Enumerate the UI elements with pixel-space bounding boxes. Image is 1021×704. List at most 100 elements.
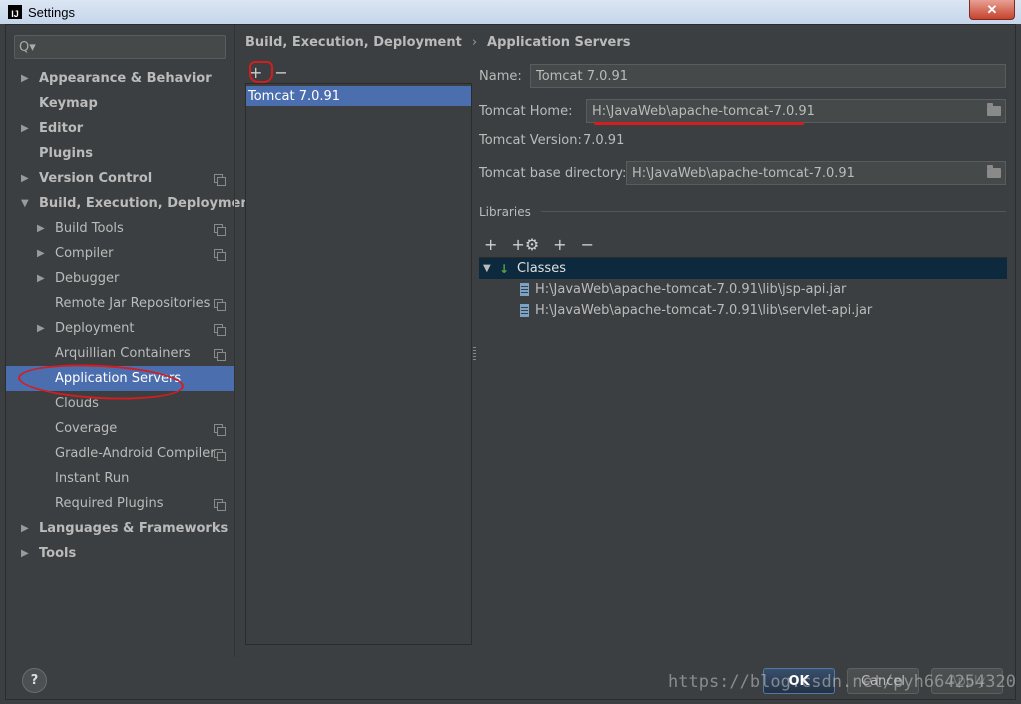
- collapsed-arrow-icon[interactable]: ▶: [21, 523, 31, 534]
- window-close-button[interactable]: ✕: [969, 0, 1015, 20]
- sidebar-item-keymap[interactable]: Keymap: [6, 91, 234, 116]
- help-button[interactable]: ?: [22, 668, 47, 693]
- sidebar-item-label: Instant Run: [55, 471, 130, 486]
- breadcrumb-parent[interactable]: Build, Execution, Deployment: [245, 35, 462, 50]
- tomcat-home-value: H:\JavaWeb\apache-tomcat-7.0.91: [592, 103, 815, 119]
- project-settings-icon: [214, 424, 226, 436]
- sidebar-item-arquillian-containers[interactable]: Arquillian Containers: [6, 341, 234, 366]
- classes-icon: ↓: [499, 261, 510, 276]
- sidebar-item-tools[interactable]: ▶ Tools: [6, 541, 234, 566]
- sidebar-item-label: Editor: [39, 121, 84, 136]
- sidebar-item-remote-jar-repositories[interactable]: Remote Jar Repositories: [6, 291, 234, 316]
- server-list-item[interactable]: Tomcat 7.0.91: [246, 86, 471, 106]
- sidebar-item-required-plugins[interactable]: Required Plugins: [6, 491, 234, 516]
- splitter-handle[interactable]: [473, 347, 476, 361]
- settings-dialog: Q▾ ▶ Appearance & Behavior Keymap ▶ Editor Pl…: [5, 24, 1016, 700]
- sidebar-item-editor[interactable]: ▶ Editor: [6, 116, 234, 141]
- jar-path: H:\JavaWeb\apache-tomcat-7.0.91\lib\serv…: [535, 303, 873, 318]
- tomcat-home-field[interactable]: H:\JavaWeb\apache-tomcat-7.0.91: [586, 99, 1006, 123]
- server-list: Tomcat 7.0.91: [245, 83, 472, 645]
- sidebar-item-label: Coverage: [55, 421, 118, 436]
- folder-icon[interactable]: [987, 103, 1001, 116]
- name-label: Name:: [479, 69, 522, 84]
- name-field[interactable]: Tomcat 7.0.91: [530, 64, 1006, 88]
- sidebar-item-label: Arquillian Containers: [55, 346, 191, 361]
- collapsed-arrow-icon[interactable]: ▶: [21, 73, 31, 84]
- sidebar-item-label: Remote Jar Repositories: [55, 296, 211, 311]
- expand-arrow-icon[interactable]: ▼: [483, 263, 491, 274]
- tomcat-version-value: 7.0.91: [583, 133, 625, 148]
- classes-label: Classes: [517, 261, 566, 276]
- sidebar-item-label: Tools: [39, 546, 77, 561]
- sidebar-item-plugins[interactable]: Plugins: [6, 141, 234, 166]
- annotation-underline-home: [594, 122, 804, 125]
- libraries-title: Libraries: [479, 205, 531, 219]
- settings-search-input[interactable]: Q▾: [14, 35, 226, 59]
- jar-icon: [520, 283, 529, 296]
- sidebar-item-label: Keymap: [39, 96, 98, 111]
- sidebar-item-label: Required Plugins: [55, 496, 164, 511]
- project-settings-icon: [214, 249, 226, 261]
- settings-sidebar: ▶ Appearance & Behavior Keymap ▶ Editor Plugi…: [6, 66, 256, 566]
- sidebar-item-label: Build, Execution, Deployment: [39, 196, 256, 211]
- sidebar-item-compiler[interactable]: ▶ Compiler: [6, 241, 234, 266]
- project-settings-icon: [214, 224, 226, 236]
- sidebar-item-build-execution-deployment[interactable]: ▼ Build, Execution, Deployment: [6, 191, 256, 216]
- sidebar-item-appearance-behavior[interactable]: ▶ Appearance & Behavior: [6, 66, 234, 91]
- add-library-button[interactable]: +: [484, 235, 497, 254]
- folder-icon[interactable]: [987, 165, 1001, 178]
- attach-library-button[interactable]: +⚙: [511, 235, 539, 254]
- sidebar-item-label: Plugins: [39, 146, 93, 161]
- breadcrumb-separator: ›: [471, 35, 478, 50]
- sidebar-item-debugger[interactable]: ▶ Debugger: [6, 266, 234, 291]
- add-jar-button[interactable]: +: [553, 235, 566, 254]
- collapsed-arrow-icon[interactable]: ▶: [37, 273, 47, 284]
- title-bar: IJ Settings ✕: [0, 0, 1021, 24]
- tomcat-base-dir-label: Tomcat base directory:: [479, 166, 627, 181]
- libraries-divider: [541, 211, 1006, 212]
- tree-node-jar[interactable]: H:\JavaWeb\apache-tomcat-7.0.91\lib\serv…: [479, 300, 1007, 321]
- sidebar-item-build-tools[interactable]: ▶ Build Tools: [6, 216, 234, 241]
- collapsed-arrow-icon[interactable]: ▶: [37, 248, 47, 259]
- expanded-arrow-icon[interactable]: ▼: [21, 198, 31, 209]
- collapsed-arrow-icon[interactable]: ▶: [21, 123, 31, 134]
- project-settings-icon: [214, 299, 226, 311]
- libraries-tree: ▼ ↓ Classes H:\JavaWeb\apache-tomcat-7.0…: [479, 257, 1007, 645]
- sidebar-item-label: Deployment: [55, 321, 135, 336]
- tree-node-classes[interactable]: ▼ ↓ Classes: [479, 258, 1007, 279]
- sidebar-item-label: Appearance & Behavior: [39, 71, 212, 86]
- sidebar-item-label: Gradle-Android Compiler: [55, 446, 216, 461]
- collapsed-arrow-icon[interactable]: ▶: [37, 323, 47, 334]
- remove-library-button[interactable]: −: [581, 235, 594, 254]
- project-settings-icon: [214, 499, 226, 511]
- intellij-logo-icon: IJ: [8, 5, 22, 19]
- sidebar-item-label: Languages & Frameworks: [39, 521, 229, 536]
- collapsed-arrow-icon[interactable]: ▶: [21, 548, 31, 559]
- sidebar-item-version-control[interactable]: ▶ Version Control: [6, 166, 234, 191]
- project-settings-icon: [214, 349, 226, 361]
- project-settings-icon: [214, 174, 226, 186]
- breadcrumb-current: Application Servers: [487, 35, 631, 50]
- sidebar-divider: [234, 25, 235, 657]
- tomcat-base-dir-field[interactable]: H:\JavaWeb\apache-tomcat-7.0.91: [626, 161, 1006, 185]
- annotation-circle-add: [249, 61, 273, 83]
- remove-server-button[interactable]: −: [274, 63, 287, 82]
- sidebar-item-languages-frameworks[interactable]: ▶ Languages & Frameworks: [6, 516, 234, 541]
- jar-path: H:\JavaWeb\apache-tomcat-7.0.91\lib\jsp-…: [535, 282, 847, 297]
- sidebar-item-label: Compiler: [55, 246, 114, 261]
- tree-node-jar[interactable]: H:\JavaWeb\apache-tomcat-7.0.91\lib\jsp-…: [479, 279, 1007, 300]
- jar-icon: [520, 304, 529, 317]
- collapsed-arrow-icon[interactable]: ▶: [21, 173, 31, 184]
- tomcat-home-label: Tomcat Home:: [479, 104, 573, 119]
- sidebar-item-instant-run[interactable]: Instant Run: [6, 466, 234, 491]
- project-settings-icon: [214, 449, 226, 461]
- watermark: https://blog.csdn.net/pyh664254320: [668, 672, 1016, 692]
- sidebar-item-gradle-android-compiler[interactable]: Gradle-Android Compiler: [6, 441, 234, 466]
- sidebar-item-label: Version Control: [39, 171, 153, 186]
- libraries-toolbar: + +⚙ + −: [484, 235, 594, 254]
- collapsed-arrow-icon[interactable]: ▶: [37, 223, 47, 234]
- sidebar-item-label: Build Tools: [55, 221, 124, 236]
- sidebar-item-deployment[interactable]: ▶ Deployment: [6, 316, 234, 341]
- sidebar-item-coverage[interactable]: Coverage: [6, 416, 234, 441]
- project-settings-icon: [214, 324, 226, 336]
